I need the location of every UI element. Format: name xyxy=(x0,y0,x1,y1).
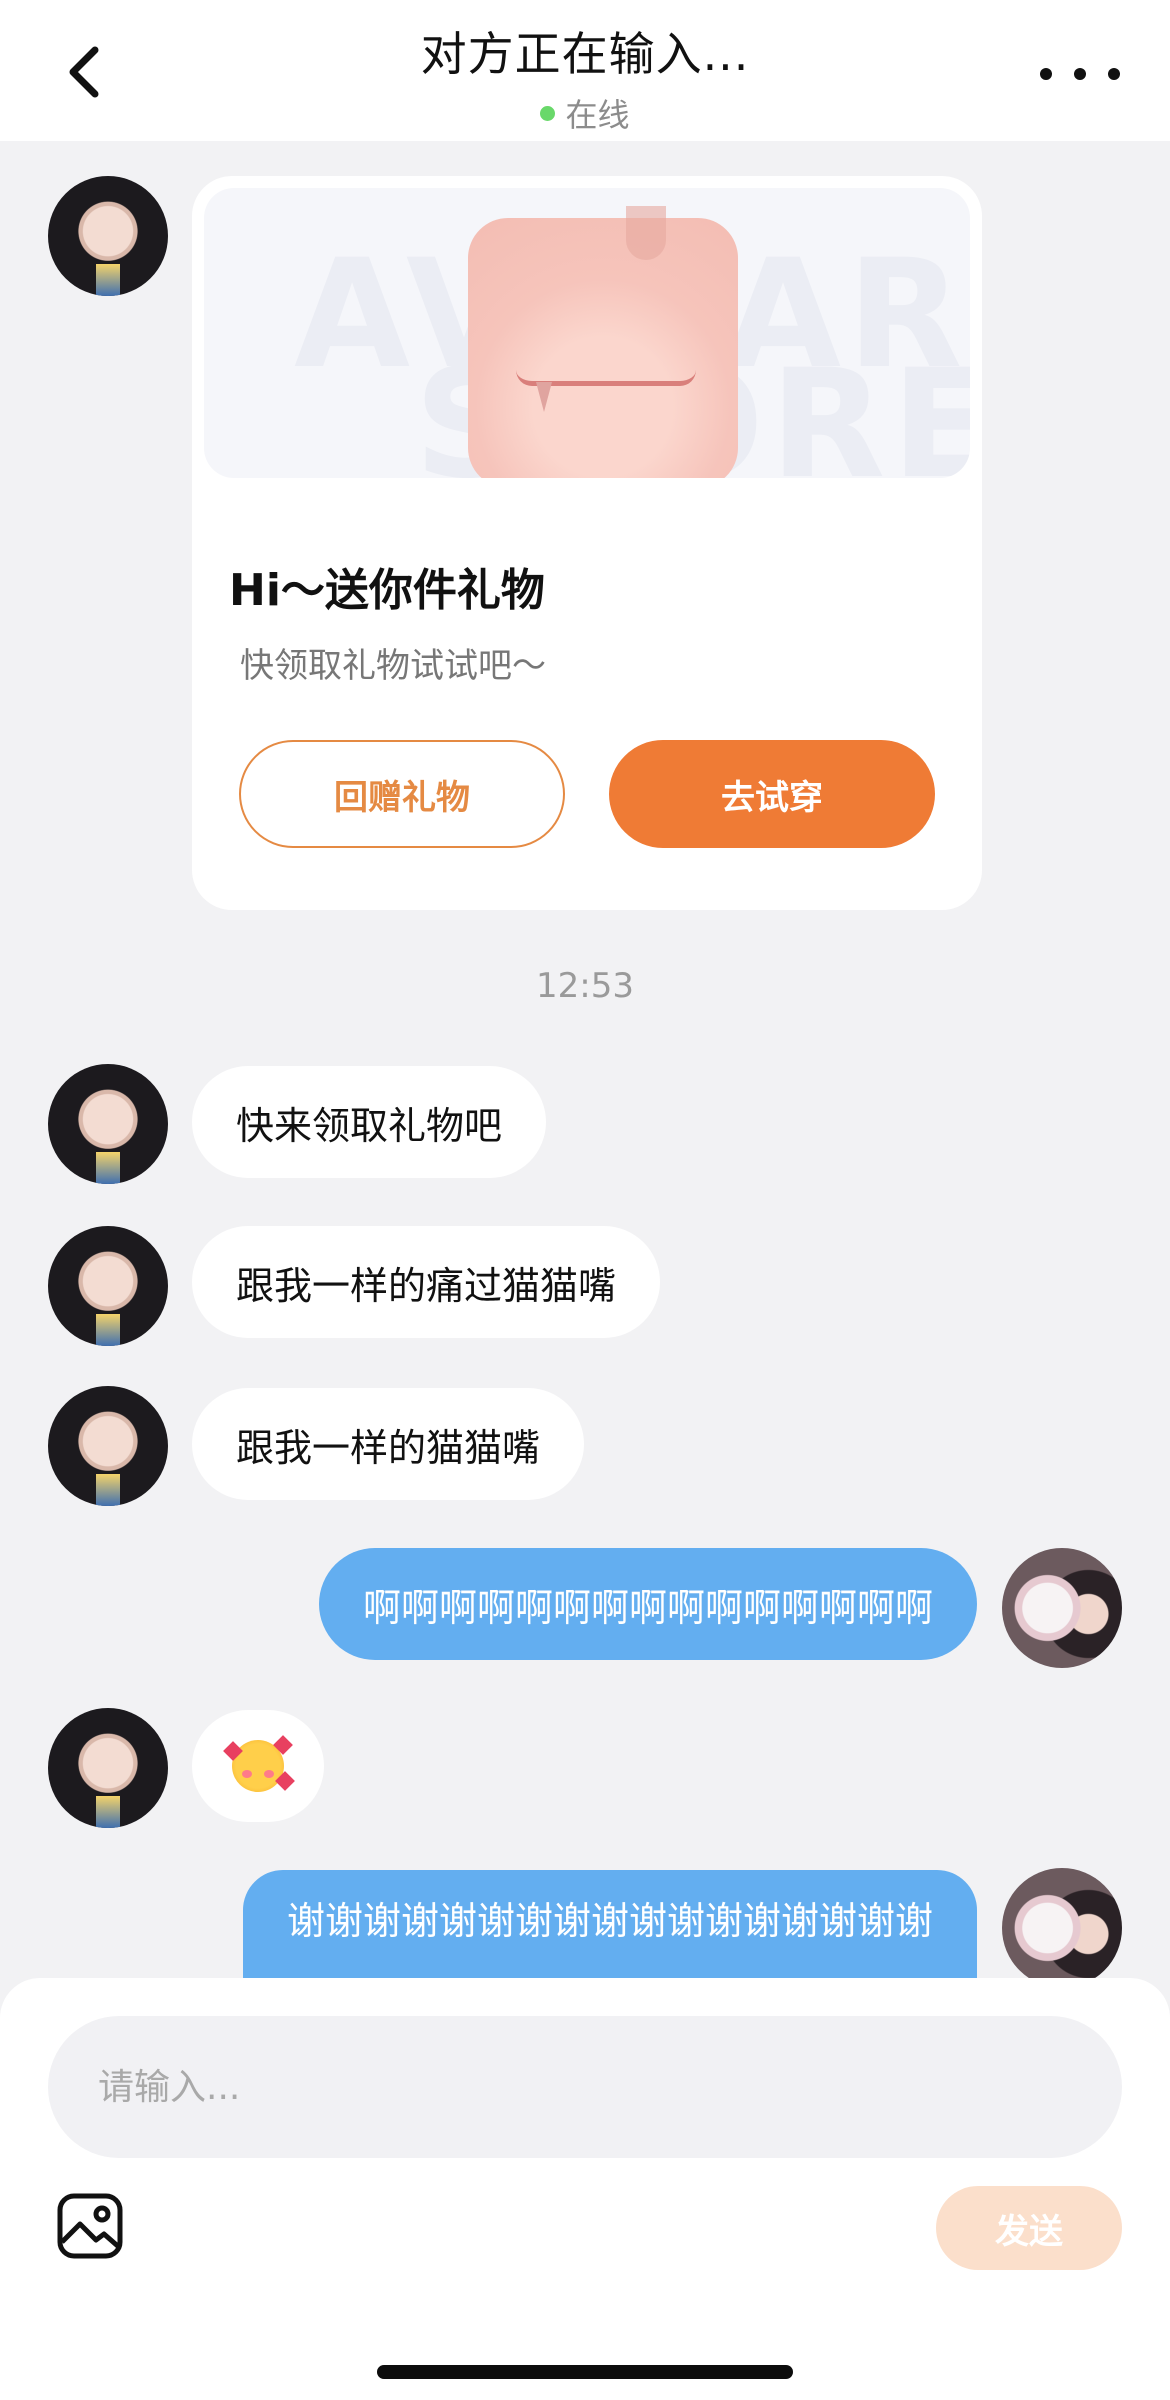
incoming-message[interactable] xyxy=(192,1710,324,1822)
more-dot-icon xyxy=(1108,68,1120,80)
online-dot-icon xyxy=(540,105,556,121)
try-on-button[interactable]: 去试穿 xyxy=(609,740,935,848)
image-picker-button[interactable] xyxy=(56,2192,124,2260)
image-icon xyxy=(57,2193,123,2259)
message-timestamp: 12:53 xyxy=(536,966,634,1006)
chat-title: 对方正在输入... xyxy=(420,27,750,81)
contact-avatar[interactable] xyxy=(48,1386,168,1506)
incoming-message[interactable]: 跟我一样的猫猫嘴 xyxy=(192,1388,585,1500)
more-dot-icon xyxy=(1074,68,1086,80)
gift-item-image xyxy=(468,206,738,478)
send-button[interactable]: 发送 xyxy=(936,2186,1122,2270)
gift-card: AVATAR STORE Hi～送你件礼物 快领取礼物试试吧～ 回赠礼物 去试穿 xyxy=(192,176,982,910)
return-gift-button[interactable]: 回赠礼物 xyxy=(239,740,565,848)
my-avatar[interactable] xyxy=(1002,1868,1122,1988)
contact-avatar[interactable] xyxy=(48,1226,168,1346)
outgoing-message[interactable]: 啊啊啊啊啊啊啊啊啊啊啊啊啊啊啊 xyxy=(318,1548,977,1660)
chat-screen: 对方正在输入... 在线 AVATAR STORE Hi～送你件礼物 快领取礼物… xyxy=(0,0,1170,2400)
contact-avatar[interactable] xyxy=(48,1708,168,1828)
more-options-button[interactable] xyxy=(1040,54,1120,94)
incoming-message[interactable]: 跟我一样的痛过猫猫嘴 xyxy=(192,1226,661,1338)
chat-header: 对方正在输入... 在线 xyxy=(0,0,1170,141)
gift-subtitle: 快领取礼物试试吧～ xyxy=(240,646,546,686)
message-composer: 发送 xyxy=(0,1978,1170,2400)
smiling-face-with-hearts-emoji-icon xyxy=(223,1735,295,1792)
home-indicator[interactable] xyxy=(377,2365,793,2379)
gift-preview[interactable]: AVATAR STORE xyxy=(204,188,970,478)
gift-title: Hi～送你件礼物 xyxy=(229,565,545,616)
incoming-message[interactable]: 快来领取礼物吧 xyxy=(192,1066,547,1178)
my-avatar[interactable] xyxy=(1002,1548,1122,1668)
online-status-label: 在线 xyxy=(565,96,630,134)
contact-avatar[interactable] xyxy=(48,176,168,296)
message-input[interactable] xyxy=(48,2016,1122,2158)
more-dot-icon xyxy=(1040,68,1052,80)
online-status: 在线 xyxy=(0,90,1170,136)
contact-avatar[interactable] xyxy=(48,1064,168,1184)
